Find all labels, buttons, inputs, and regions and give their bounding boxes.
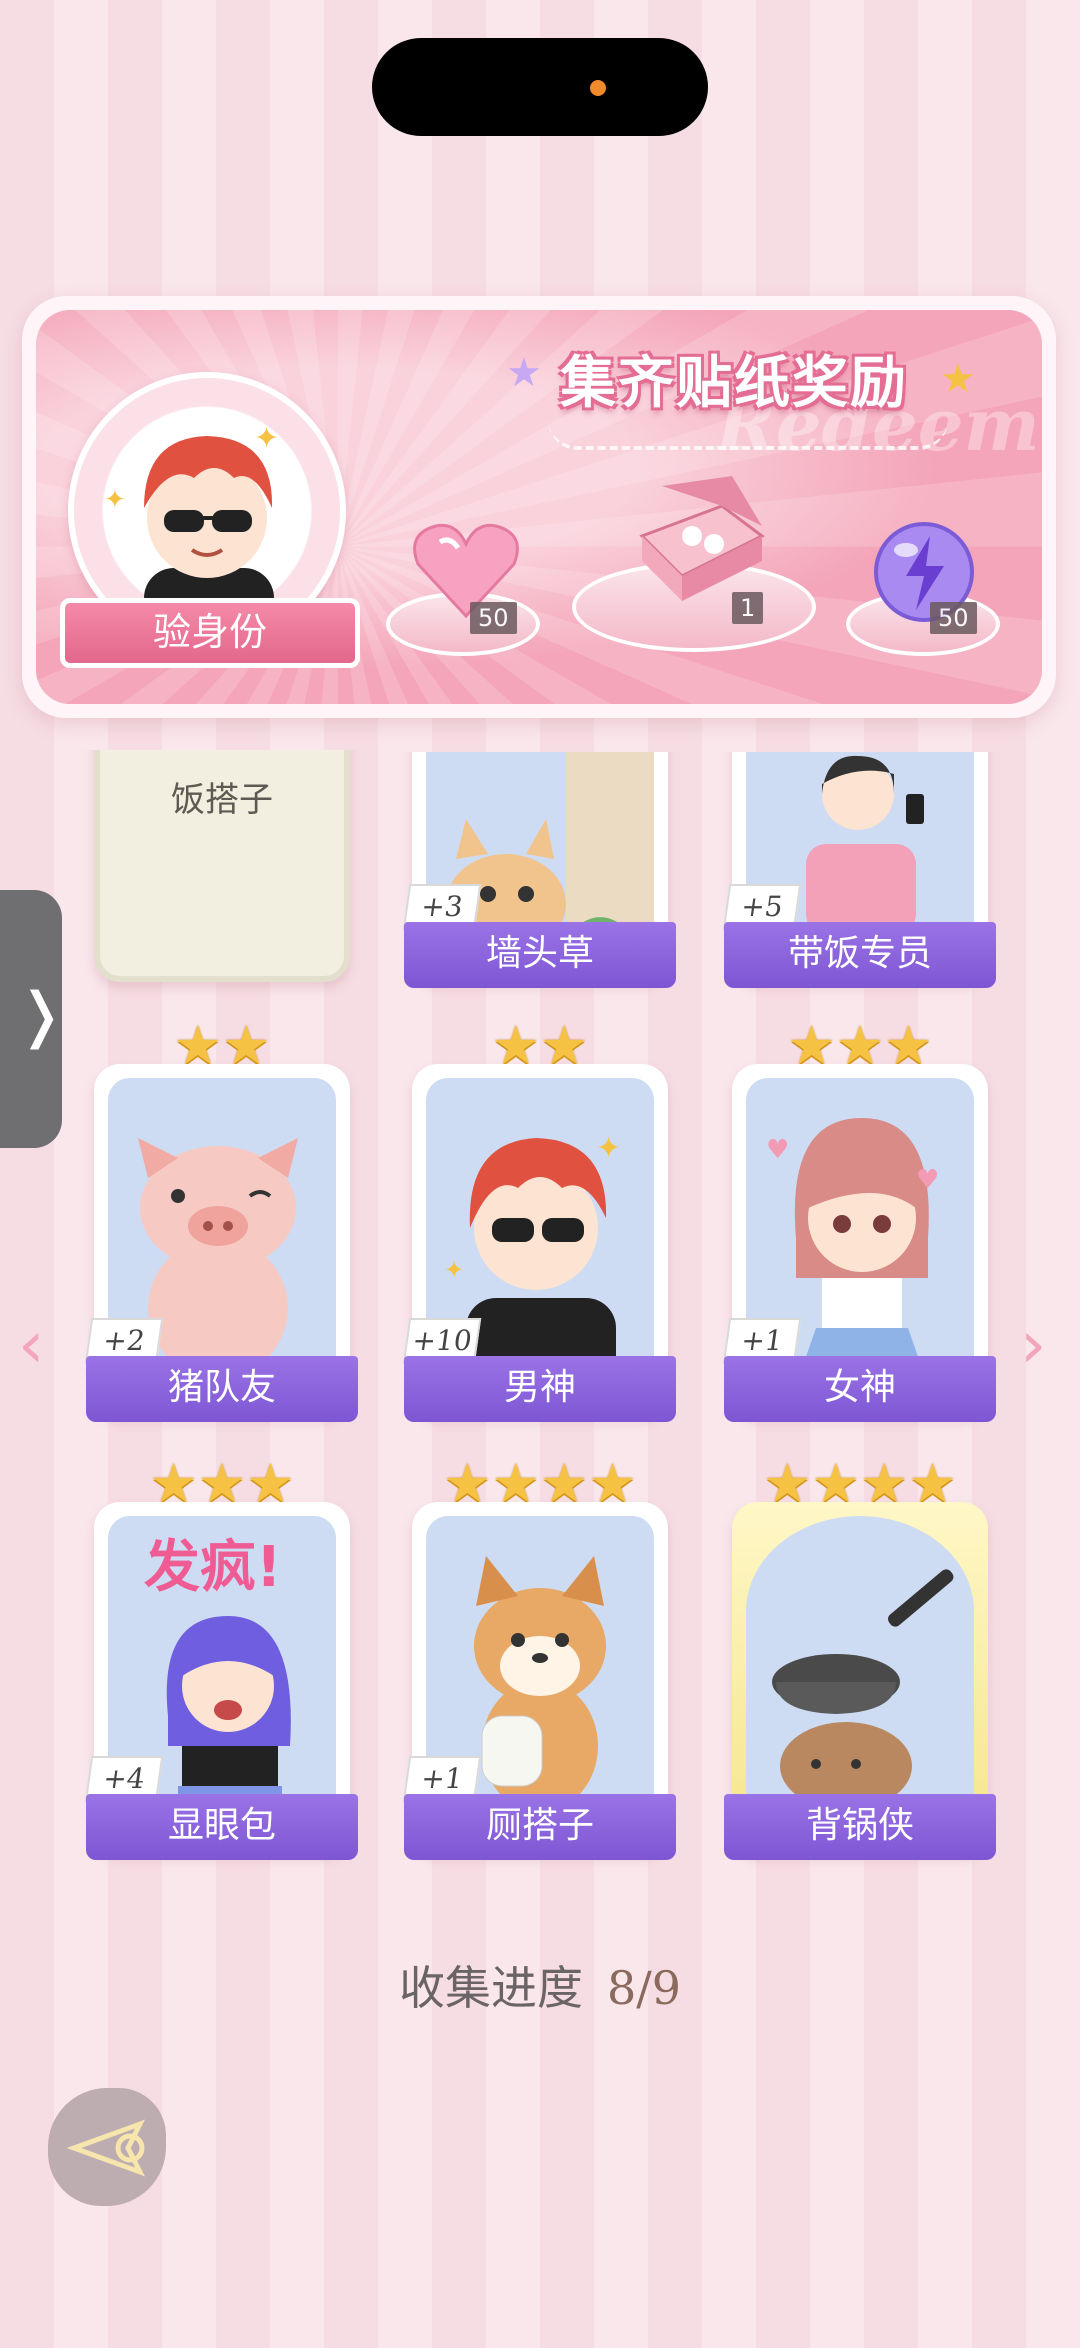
svg-text:♥: ♥ [766,1135,789,1165]
yellow-star-icon: ★ [940,356,976,402]
progress-label: 收集进度 [398,1961,583,2015]
sticker-card[interactable]: +1 厕搭子 [402,1502,676,1860]
svg-text:♥: ♥ [916,1165,939,1195]
card-name: 饭搭子 [171,780,273,820]
reward-count: 50 [930,602,977,634]
card-name: 显眼包 [86,1794,358,1860]
side-drawer-handle[interactable]: ❭ [0,890,66,1148]
chevron-right-icon: ❭ [16,980,67,1050]
svg-text:✦: ✦ [254,421,279,456]
sticker-card[interactable]: ✦ ✦ +10 男神 [402,1064,676,1422]
purple-star-icon: ★ [506,350,542,396]
card-name: 猪队友 [86,1356,358,1422]
svg-text:✦: ✦ [444,1256,464,1284]
capybara-with-pan-icon [746,1516,974,1834]
sticker-card-gold[interactable]: 背锅侠 [724,1502,996,1860]
prev-page-arrow-icon[interactable]: ‹ [18,1306,44,1383]
progress-value: 8/9 [606,1961,682,2015]
reward-count: 1 [732,592,764,624]
dynamic-island [372,38,708,136]
sticker-card[interactable]: +2 猪队友 [84,1064,358,1422]
next-page-arrow-icon[interactable]: › [1020,1306,1046,1383]
sticker-card[interactable]: ♥ ♥ +1 女神 [722,1064,996,1422]
card-name: 女神 [724,1356,996,1422]
collection-progress: 收集进度 8/9 [0,1952,1080,2018]
sticker-card[interactable]: 发疯! +4 显眼包 [84,1502,358,1860]
svg-text:✦: ✦ [104,485,126,515]
card-name: 背锅侠 [724,1794,996,1860]
card-name: 厕搭子 [404,1794,676,1860]
camera-indicator-dot [590,80,606,96]
verify-identity-button[interactable]: 验身份 [60,598,360,668]
back-arrow-icon [66,2119,146,2177]
card-name: 带饭专员 [724,922,996,988]
back-button[interactable] [48,2088,166,2206]
svg-text:✦: ✦ [596,1131,621,1166]
card-name: 墙头草 [404,922,676,988]
card-overlay-text: 发疯! [144,1535,282,1600]
banner-title: 集齐贴纸奖励 [560,351,908,416]
dashed-underline [548,420,948,450]
card-name: 男神 [404,1356,676,1422]
reward-count: 50 [470,602,517,634]
gift-box-icon [622,476,772,610]
